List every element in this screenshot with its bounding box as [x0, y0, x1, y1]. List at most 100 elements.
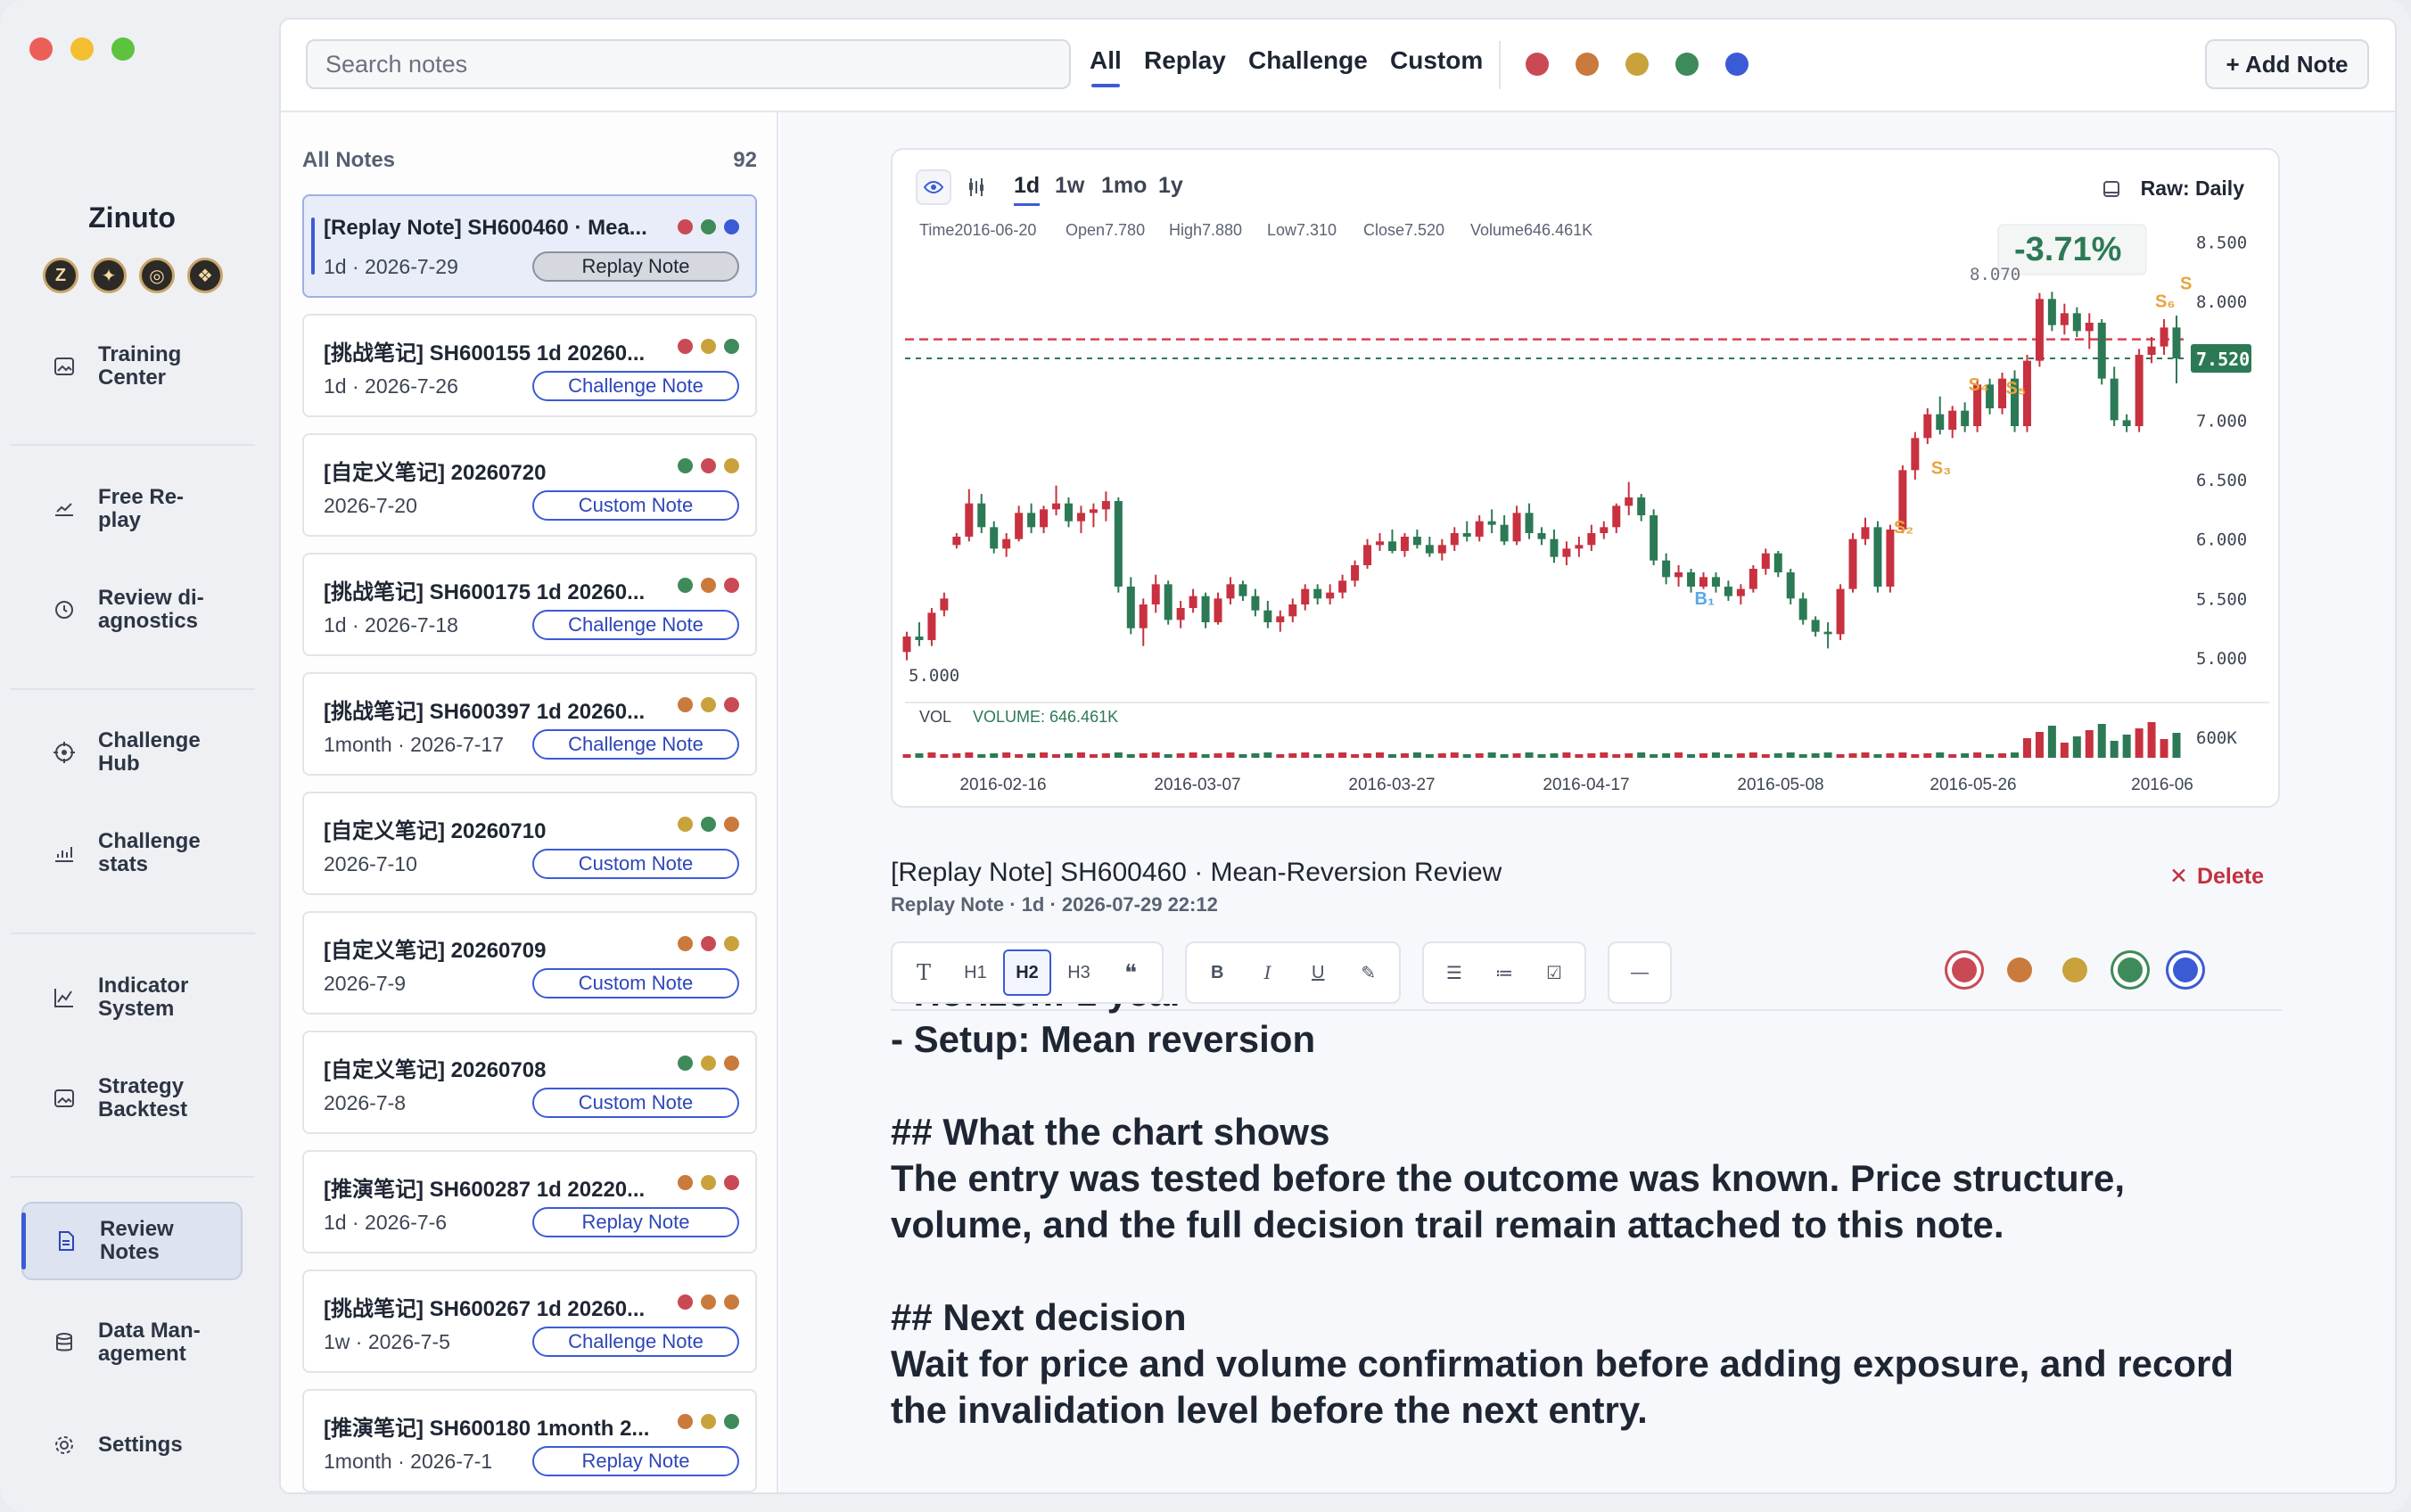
tab-replay[interactable]: Replay: [1144, 46, 1226, 75]
candle-body: [2072, 313, 2081, 332]
volume-bar: [1873, 754, 1882, 758]
volume-bar: [2047, 726, 2056, 758]
note-editor[interactable]: - Horizon: 1 year - Setup: Mean reversion…: [891, 1004, 2335, 1492]
candlestick-chart[interactable]: Time2016-06-20 Open7.780 High7.880 Low7.310…: [893, 150, 2282, 809]
period-1d[interactable]: 1d: [1014, 173, 1041, 206]
candle-type-icon[interactable]: [959, 169, 994, 205]
note-color-tags: [678, 339, 739, 354]
heading1-button[interactable]: H1: [951, 949, 1000, 996]
color-filter-dot[interactable]: [1576, 53, 1599, 76]
volume-bar: [1537, 754, 1546, 758]
color-swatch[interactable]: [2007, 957, 2032, 982]
delete-note-button[interactable]: ✕ Delete: [2169, 863, 2264, 890]
note-color-tags: [678, 817, 739, 832]
note-type-pill[interactable]: Challenge Note: [532, 371, 739, 401]
note-list-item[interactable]: [挑战笔记] SH600155 1d 20260... 1d · 2026-7-2…: [302, 314, 757, 417]
checklist-button[interactable]: ☑: [1531, 949, 1577, 996]
underline-button[interactable]: U: [1295, 949, 1342, 996]
color-filter-dot[interactable]: [1725, 53, 1749, 76]
volume-bar: [1761, 754, 1770, 758]
note-type-pill[interactable]: Custom Note: [532, 1088, 739, 1118]
note-type-pill[interactable]: Challenge Note: [532, 610, 739, 640]
note-list-item[interactable]: [挑战笔记] SH600175 1d 20260... 1d · 2026-7-1…: [302, 553, 757, 656]
badge-circle-icon[interactable]: ◎: [139, 258, 175, 293]
heading3-button[interactable]: H3: [1055, 949, 1103, 996]
color-swatch[interactable]: [2118, 957, 2143, 982]
tab-all[interactable]: All: [1090, 46, 1122, 87]
note-type-pill[interactable]: Custom Note: [532, 968, 739, 998]
color-filter-dot[interactable]: [1675, 53, 1699, 76]
search-field[interactable]: [306, 39, 1071, 89]
candle-body: [1662, 560, 1671, 578]
color-swatch[interactable]: [2062, 957, 2087, 982]
color-tag-dot: [701, 339, 716, 354]
quote-button[interactable]: ❝: [1107, 949, 1155, 996]
paragraph-button[interactable]: T: [900, 949, 948, 996]
badge-z-icon[interactable]: Z: [43, 258, 78, 293]
bullet-list-button[interactable]: ☰: [1431, 949, 1477, 996]
note-list-item[interactable]: [推演笔记] SH600180 1month 2... 1month · 2026…: [302, 1389, 757, 1492]
note-list-item[interactable]: [推演笔记] SH600287 1d 20220... 1d · 2026-7-6…: [302, 1150, 757, 1253]
tab-challenge[interactable]: Challenge: [1248, 46, 1368, 75]
color-tag-dot: [724, 458, 739, 473]
markdown-heading: ## Next decision: [891, 1296, 1187, 1338]
color-filter-dot[interactable]: [1625, 53, 1649, 76]
note-type-pill[interactable]: Challenge Note: [532, 1327, 739, 1357]
sidebar-item-settings[interactable]: Settings: [21, 1406, 243, 1484]
raw-daily-toggle[interactable]: Raw: Daily: [2102, 177, 2244, 201]
bold-button[interactable]: B: [1194, 949, 1241, 996]
sidebar-item-free-replay[interactable]: Free Re- play: [21, 470, 243, 548]
period-1y[interactable]: 1y: [1158, 173, 1183, 199]
color-swatch[interactable]: [2173, 957, 2198, 982]
y-tick-label: 5.000: [2196, 649, 2247, 669]
note-type-pill[interactable]: Challenge Note: [532, 729, 739, 760]
candle-body: [1288, 604, 1297, 617]
note-type-pill[interactable]: Custom Note: [532, 849, 739, 879]
sidebar-item-training-center[interactable]: Training Center: [21, 327, 243, 406]
sidebar-item-review-diagnostics[interactable]: Review di- agnostics: [21, 571, 243, 649]
note-list-item[interactable]: [自定义笔记] 20260720 2026-7-20 Custom Note: [302, 433, 757, 537]
note-type-pill[interactable]: Replay Note: [532, 1207, 739, 1237]
volume-bar: [1326, 753, 1335, 758]
numbered-list-button[interactable]: ≔: [1481, 949, 1527, 996]
sidebar-item-indicator-system[interactable]: Indicator System: [21, 958, 243, 1037]
sidebar-item-challenge-hub[interactable]: Challenge Hub: [21, 713, 243, 792]
tab-custom[interactable]: Custom: [1390, 46, 1483, 75]
candle-body: [1462, 533, 1471, 537]
sidebar-item-review-notes[interactable]: Review Notes: [21, 1202, 243, 1280]
note-list-item[interactable]: [Replay Note] SH600460 · Mea... 1d · 2026…: [302, 194, 757, 298]
candle-body: [1400, 537, 1409, 551]
period-1mo[interactable]: 1mo: [1101, 173, 1147, 199]
volume-bar: [1201, 754, 1210, 758]
heading2-button[interactable]: H2: [1002, 949, 1052, 996]
last-price-value: 7.520: [2196, 349, 2250, 370]
candle-body: [1238, 584, 1247, 596]
color-filter-dot[interactable]: [1526, 53, 1549, 76]
volume-bar: [1238, 754, 1247, 758]
candle-body: [1500, 524, 1509, 542]
note-list-item[interactable]: [自定义笔记] 20260708 2026-7-8 Custom Note: [302, 1031, 757, 1134]
sidebar-item-data-management[interactable]: Data Man- agement: [21, 1303, 243, 1382]
color-swatch[interactable]: [1952, 957, 1977, 982]
sidebar-item-strategy-backtest[interactable]: Strategy Backtest: [21, 1059, 243, 1138]
volume-bar: [1139, 753, 1148, 758]
candle-body: [902, 637, 911, 653]
italic-button[interactable]: I: [1245, 949, 1292, 996]
note-type-pill[interactable]: Custom Note: [532, 490, 739, 521]
note-list-item[interactable]: [自定义笔记] 20260710 2026-7-10 Custom Note: [302, 792, 757, 895]
note-type-pill[interactable]: Replay Note: [532, 251, 739, 282]
note-title: [Replay Note] SH600460 · Mean-Reversion …: [891, 858, 1502, 887]
note-type-pill[interactable]: Replay Note: [532, 1446, 739, 1476]
note-list-item[interactable]: [挑战笔记] SH600397 1d 20260... 1month · 2026…: [302, 672, 757, 776]
add-note-button[interactable]: + Add Note: [2205, 39, 2369, 89]
highlight-button[interactable]: ✎: [1345, 949, 1393, 996]
period-1w[interactable]: 1w: [1055, 173, 1084, 199]
note-list-item[interactable]: [挑战笔记] SH600267 1d 20260... 1w · 2026-7-5…: [302, 1270, 757, 1373]
note-list-item[interactable]: [自定义笔记] 20260709 2026-7-9 Custom Note: [302, 911, 757, 1015]
search-input[interactable]: [308, 41, 1069, 87]
divider-button[interactable]: —: [1617, 949, 1663, 996]
visibility-eye-icon[interactable]: [916, 169, 951, 205]
sidebar-item-challenge-stats[interactable]: Challenge stats: [21, 814, 243, 892]
badge-diamond-icon[interactable]: ❖: [187, 258, 223, 293]
badge-star-icon[interactable]: ✦: [91, 258, 127, 293]
